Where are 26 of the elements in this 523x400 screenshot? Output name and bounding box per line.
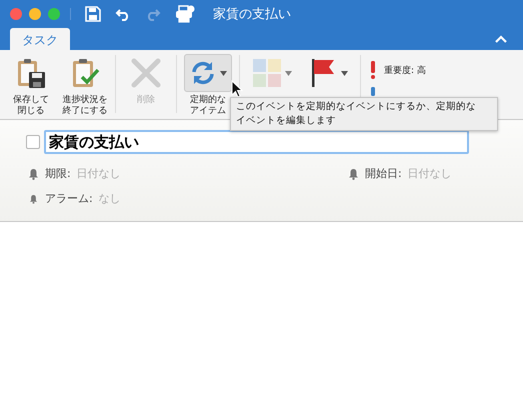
low-importance-icon: [371, 87, 375, 96]
zoom-button[interactable]: [48, 8, 60, 20]
minimize-button[interactable]: [29, 8, 41, 20]
pointer-cursor-icon: [231, 80, 243, 98]
field-label: アラーム:: [45, 191, 93, 206]
save-icon[interactable]: [85, 6, 101, 22]
task-checkbox[interactable]: [26, 135, 40, 149]
collapse-ribbon-icon[interactable]: [495, 35, 507, 43]
exclamation-icon: [370, 61, 376, 79]
print-icon[interactable]: [175, 5, 195, 23]
bell-icon: [348, 168, 359, 180]
field-label: 開始日:: [365, 166, 402, 181]
clipboard-save-icon: [15, 57, 47, 89]
field-label: 期限:: [45, 166, 71, 181]
ribbon-tab[interactable]: タスク: [10, 28, 70, 50]
importance-button[interactable]: 重要度: 高: [370, 61, 426, 79]
subject-field[interactable]: 家賃の支払い: [44, 130, 469, 154]
window-title: 家賃の支払い: [213, 6, 291, 23]
bell-icon: [29, 194, 38, 204]
ribbon-button[interactable]: 進捗状況を 終了にする: [58, 53, 112, 118]
undo-icon[interactable]: [115, 7, 131, 21]
bell-icon: [28, 168, 39, 180]
tooltip: このイベントを定期的なイベントにするか、定期的な イベントを編集します: [230, 97, 498, 131]
category-squares-icon: [252, 58, 282, 88]
ribbon-button[interactable]: 保存して 閉じる: [4, 53, 58, 118]
delete-x-icon: [130, 57, 162, 89]
